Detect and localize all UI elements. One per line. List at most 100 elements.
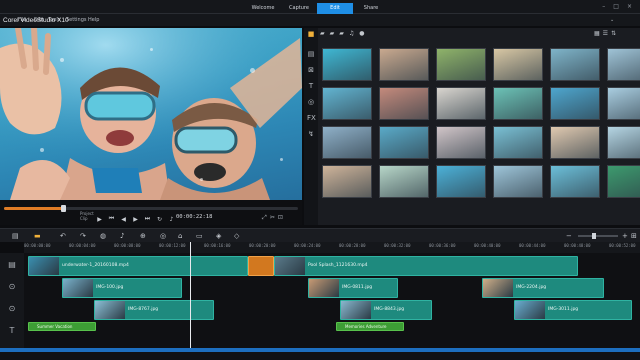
media-thumbnail[interactable] — [607, 87, 640, 120]
title-clip[interactable]: Memories Adventure — [336, 322, 404, 331]
title-track-icon[interactable]: T — [6, 325, 18, 337]
filter-icon[interactable]: FX — [307, 114, 316, 122]
tab-welcome[interactable]: Welcome — [245, 3, 281, 14]
media-thumbnail[interactable] — [379, 126, 429, 159]
fit-project-icon[interactable]: ⊞ — [631, 232, 637, 240]
timeline-clip[interactable]: IMG-0811.jpg — [308, 278, 398, 298]
mask-creator-icon[interactable]: ◈ — [216, 232, 221, 240]
media-thumbnail[interactable] — [322, 126, 372, 159]
minimize-icon[interactable]: – — [602, 3, 605, 10]
media-thumbnail[interactable] — [607, 165, 640, 198]
timeline-view-icon[interactable]: ▬ — [34, 232, 41, 240]
storyboard-view-icon[interactable]: ▤ — [12, 232, 19, 240]
record-capture-icon[interactable]: ◍ — [100, 232, 106, 240]
transition-clip[interactable] — [248, 256, 274, 276]
end-icon[interactable]: ⏭ — [144, 215, 151, 223]
timeline-playhead[interactable] — [190, 242, 191, 350]
overlay-track-1-icon[interactable]: ⊙ — [6, 281, 18, 293]
multi-camera-icon[interactable]: ▭ — [196, 232, 203, 240]
time-remap-icon[interactable]: ◇ — [234, 232, 239, 240]
redo-icon[interactable]: ↷ — [80, 232, 86, 240]
video-track-icon[interactable]: ▤ — [6, 259, 18, 271]
sort-icon[interactable]: ⇅ — [611, 30, 616, 37]
motion-tracking-icon[interactable]: ◎ — [160, 232, 166, 240]
timeline-ruler[interactable]: 00:00:00:00 00:00:04:00 00:00:08:00 00:00:1… — [24, 242, 640, 253]
media-thumbnail[interactable] — [322, 87, 372, 120]
browse-icon[interactable]: ● — [359, 30, 364, 37]
timeline-clip[interactable]: Pool Splash_1121630.mp4 — [274, 256, 578, 276]
menu-help[interactable]: Help — [88, 17, 99, 23]
zoom-slider-handle[interactable] — [592, 233, 596, 239]
maximize-icon[interactable]: □ — [613, 3, 619, 10]
scrubber-handle[interactable] — [60, 205, 66, 212]
title-clip[interactable]: Summer Vacation — [28, 322, 96, 331]
timeline-clip[interactable]: IMG-3011.jpg — [514, 300, 632, 320]
media-thumbnail[interactable] — [493, 126, 543, 159]
home-icon[interactable]: ⏮ — [108, 215, 115, 223]
undo-icon[interactable]: ↶ — [60, 232, 66, 240]
media-thumbnail[interactable] — [322, 48, 372, 81]
timeline-zoom-slider[interactable] — [578, 233, 618, 239]
audio-filter-icon[interactable]: ♫ — [349, 30, 354, 37]
timecode-display[interactable]: 00:00:22:18 — [176, 214, 212, 220]
transition-icon[interactable]: ⊠ — [307, 66, 315, 74]
repeat-icon[interactable]: ↻ — [156, 216, 163, 223]
instant-project-icon[interactable]: ▤ — [307, 50, 315, 58]
ruler-tick-label: 00:00:40:00 — [474, 243, 501, 248]
video-filter-icon[interactable]: ▰ — [330, 30, 335, 37]
overlay-track-2-icon[interactable]: ⊙ — [6, 303, 18, 315]
media-icon[interactable]: ■ — [307, 30, 315, 38]
media-thumbnail[interactable] — [493, 165, 543, 198]
auto-music-icon[interactable]: ⊕ — [140, 232, 146, 240]
media-thumbnail[interactable] — [379, 165, 429, 198]
media-thumbnail[interactable] — [493, 48, 543, 81]
media-thumbnail[interactable] — [550, 165, 600, 198]
media-thumbnail[interactable] — [379, 87, 429, 120]
volume-icon[interactable]: ♪ — [168, 216, 175, 223]
graphics-icon[interactable]: ◎ — [307, 98, 315, 106]
media-thumbnail[interactable] — [550, 126, 600, 159]
clip-label: IMG-8767.jpg — [128, 307, 159, 312]
media-thumbnail[interactable] — [379, 48, 429, 81]
next-frame-icon[interactable]: ▶ — [132, 216, 139, 223]
zoom-in-icon[interactable]: + — [622, 232, 628, 240]
split-icon[interactable]: ✂ — [270, 214, 275, 222]
media-thumbnail[interactable] — [436, 87, 486, 120]
subtitle-editor-icon[interactable]: ⌂ — [178, 232, 182, 240]
snapshot-icon[interactable]: ⊡ — [278, 214, 283, 222]
media-thumbnail[interactable] — [436, 48, 486, 81]
video-preview[interactable] — [0, 28, 302, 200]
timeline-clip[interactable]: underwater-1_20160108.mp4 — [28, 256, 248, 276]
playback-scrubber[interactable] — [4, 205, 298, 212]
title-icon[interactable]: T — [307, 82, 315, 90]
timeline-clip[interactable]: IMG-8767.jpg — [94, 300, 214, 320]
tab-share[interactable]: Share — [353, 3, 389, 14]
path-icon[interactable]: ↯ — [307, 130, 315, 138]
tab-edit[interactable]: Edit — [317, 3, 353, 14]
media-thumbnail[interactable] — [607, 48, 640, 81]
resize-icon[interactable]: ⤢ — [262, 214, 267, 222]
menu-settings[interactable]: Settings — [66, 17, 87, 23]
project-clip-toggle[interactable]: Project Clip — [80, 211, 94, 221]
zoom-out-icon[interactable]: − — [566, 232, 572, 240]
play-icon[interactable]: ▶ — [96, 216, 103, 223]
grid-view-icon[interactable]: ▦ — [594, 30, 600, 37]
clip-label: IMG-2204.jpg — [516, 285, 547, 290]
photo-filter-icon[interactable]: ▰ — [339, 30, 344, 37]
media-thumbnail[interactable] — [550, 48, 600, 81]
close-icon[interactable]: × — [627, 3, 632, 10]
prev-frame-icon[interactable]: ◀ — [120, 216, 127, 223]
tab-capture[interactable]: Capture — [281, 3, 317, 14]
timeline-clip[interactable]: IMG-8843.jpg — [340, 300, 432, 320]
media-thumbnail[interactable] — [550, 87, 600, 120]
folder-icon[interactable]: ▰ — [320, 30, 325, 37]
media-thumbnail[interactable] — [322, 165, 372, 198]
list-view-icon[interactable]: ☰ — [603, 30, 608, 37]
media-thumbnail[interactable] — [607, 126, 640, 159]
timeline-clip[interactable]: IMG-100.jpg — [62, 278, 182, 298]
timeline-clip[interactable]: IMG-2204.jpg — [482, 278, 604, 298]
media-thumbnail[interactable] — [493, 87, 543, 120]
media-thumbnail[interactable] — [436, 165, 486, 198]
sound-mixer-icon[interactable]: ♪ — [120, 232, 124, 240]
media-thumbnail[interactable] — [436, 126, 486, 159]
